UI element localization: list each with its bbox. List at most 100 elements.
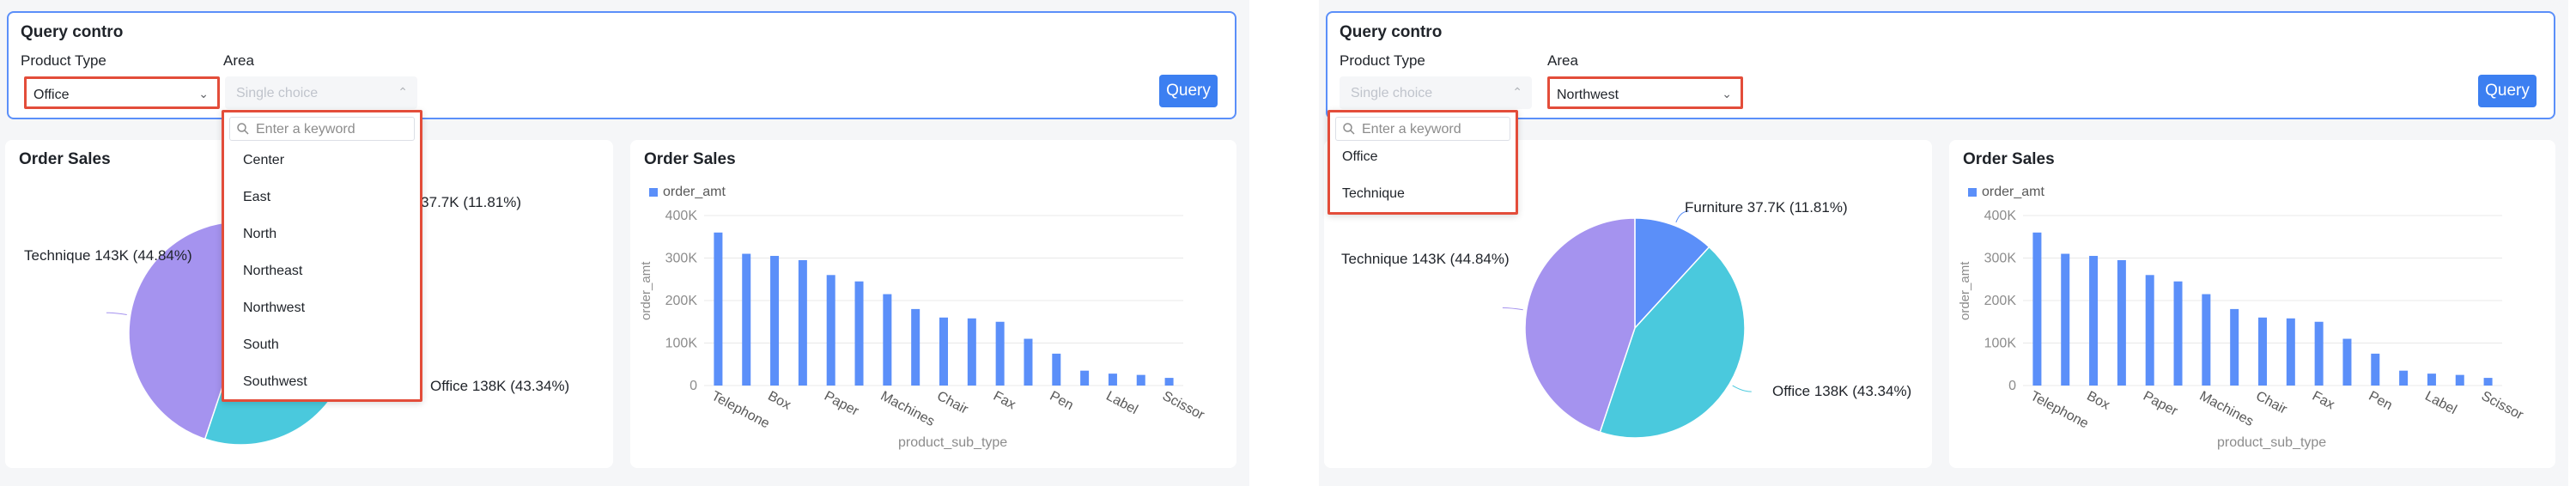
x-tick-label: Scissor xyxy=(1160,389,1207,423)
product-type-dropdown: Enter a keyword Office Technique xyxy=(1327,110,1518,215)
x-tick-label: Label xyxy=(2422,389,2459,417)
bar[interactable] xyxy=(826,275,835,386)
x-tick-label: Paper xyxy=(822,389,861,419)
x-tick-label: Pen xyxy=(2366,389,2395,413)
dropdown-option-center[interactable]: Center xyxy=(243,153,284,168)
dropdown-search-placeholder: Enter a keyword xyxy=(1362,122,1461,137)
product-type-select[interactable]: Single choice ⌃ xyxy=(1340,76,1532,109)
chevron-up-icon: ⌃ xyxy=(398,85,408,99)
query-control-panel: Query contro Product Type Area Single ch… xyxy=(1326,11,2555,119)
dropdown-option-south[interactable]: South xyxy=(243,337,279,353)
dropdown-search-placeholder: Enter a keyword xyxy=(256,122,355,137)
product-type-value: Office xyxy=(33,88,70,102)
query-button[interactable]: Query xyxy=(2478,75,2537,107)
bar[interactable] xyxy=(2399,370,2409,386)
legend-label: order_amt xyxy=(663,185,726,199)
y-tick-label: 200K xyxy=(1984,294,2017,308)
bar[interactable] xyxy=(2342,338,2352,386)
bar[interactable] xyxy=(2314,321,2324,386)
x-tick-label: Scissor xyxy=(2479,389,2526,423)
x-tick-label: Paper xyxy=(2141,389,2180,419)
legend-label: order_amt xyxy=(1982,185,2044,199)
bar[interactable] xyxy=(2173,281,2183,386)
chevron-up-icon: ⌃ xyxy=(1512,85,1522,99)
pie-leader-line xyxy=(1502,307,1523,311)
dropdown-option-southwest[interactable]: Southwest xyxy=(243,374,307,390)
dropdown-search-input[interactable]: Enter a keyword xyxy=(1335,117,1510,141)
area-dropdown: Enter a keyword Center East North Northe… xyxy=(222,110,422,402)
bar[interactable] xyxy=(2286,318,2295,386)
pie-label-office: Office 138K (43.34%) xyxy=(430,378,570,394)
x-tick-label: Box xyxy=(2084,389,2111,413)
bar[interactable] xyxy=(1024,338,1033,386)
dropdown-option-northeast[interactable]: Northeast xyxy=(243,264,302,279)
y-axis-label: order_amt xyxy=(1958,261,1972,320)
bar[interactable] xyxy=(995,321,1005,386)
pie-label-technique: Technique 143K (44.84%) xyxy=(24,247,192,264)
bar[interactable] xyxy=(2483,378,2493,386)
bar[interactable] xyxy=(2089,256,2099,386)
query-control-title: Query contro xyxy=(21,23,124,41)
bar[interactable] xyxy=(2117,259,2126,386)
bar[interactable] xyxy=(911,308,920,386)
bar-card: Order Sales 0 100K 200K 300K 400K Telephone Bo… xyxy=(1949,140,2555,468)
pie-leader-line xyxy=(106,312,127,315)
bar[interactable] xyxy=(2258,317,2267,386)
bar[interactable] xyxy=(883,294,892,386)
dropdown-option-northwest[interactable]: Northwest xyxy=(243,301,305,316)
y-tick-label: 300K xyxy=(1984,252,2017,266)
panel-left: Query contro Product Type Area Office ⌄ … xyxy=(0,0,1249,486)
pie-label-furniture: e 37.7K (11.81%) xyxy=(409,194,522,210)
dropdown-option-east[interactable]: East xyxy=(243,190,270,205)
bar[interactable] xyxy=(1108,374,1117,386)
bar[interactable] xyxy=(2230,308,2239,386)
x-tick-label: Machines xyxy=(2197,389,2256,429)
area-placeholder: Single choice xyxy=(236,86,319,100)
bar[interactable] xyxy=(770,256,780,386)
bar[interactable] xyxy=(1052,353,1061,386)
query-control-panel: Query contro Product Type Area Office ⌄ … xyxy=(7,11,1236,119)
bar[interactable] xyxy=(854,281,864,386)
product-type-select[interactable]: Office ⌄ xyxy=(24,76,220,109)
bar[interactable] xyxy=(2061,253,2070,386)
bar[interactable] xyxy=(967,318,976,386)
y-tick-label: 300K xyxy=(665,252,698,266)
area-select[interactable]: Northwest ⌄ xyxy=(1547,76,1743,109)
product-type-label: Product Type xyxy=(1340,52,1425,69)
search-icon xyxy=(237,123,249,135)
pie-leader-line xyxy=(1732,385,1752,392)
search-icon xyxy=(1343,123,1355,135)
bar-card: Order Sales 0 100K 200K 300K 400K Telephone Bo… xyxy=(630,140,1236,468)
x-tick-label: Telephone xyxy=(709,389,772,432)
product-type-label: Product Type xyxy=(21,52,106,69)
dropdown-option-technique[interactable]: Technique xyxy=(1342,186,1405,202)
dropdown-option-north[interactable]: North xyxy=(243,227,276,242)
area-value: Northwest xyxy=(1557,88,1619,102)
query-button[interactable]: Query xyxy=(1159,75,1218,107)
pie-label-office: Office 138K (43.34%) xyxy=(1772,383,1912,399)
bar[interactable] xyxy=(2145,275,2154,386)
y-axis-label: order_amt xyxy=(639,261,653,320)
bar[interactable] xyxy=(2371,353,2380,386)
bar[interactable] xyxy=(742,253,751,386)
bar[interactable] xyxy=(2202,294,2211,386)
x-tick-label: Machines xyxy=(878,389,937,429)
legend-swatch xyxy=(1968,188,1977,197)
bar[interactable] xyxy=(1080,370,1090,386)
y-tick-label: 400K xyxy=(1984,209,2017,223)
bar[interactable] xyxy=(2032,232,2042,386)
area-select[interactable]: Single choice ⌃ xyxy=(225,76,417,109)
dropdown-search-input[interactable]: Enter a keyword xyxy=(229,117,415,141)
area-label: Area xyxy=(223,52,254,69)
dropdown-option-office[interactable]: Office xyxy=(1342,149,1378,165)
chevron-down-icon: ⌄ xyxy=(1722,87,1732,100)
bar[interactable] xyxy=(714,232,723,386)
bar[interactable] xyxy=(1136,374,1145,386)
bar[interactable] xyxy=(1164,378,1174,386)
bar[interactable] xyxy=(2427,374,2436,386)
bar[interactable] xyxy=(2455,374,2464,386)
bar[interactable] xyxy=(798,259,807,386)
pie-label-technique: Technique 143K (44.84%) xyxy=(1341,251,1510,267)
x-tick-label: Box xyxy=(765,389,793,413)
bar[interactable] xyxy=(939,317,948,386)
